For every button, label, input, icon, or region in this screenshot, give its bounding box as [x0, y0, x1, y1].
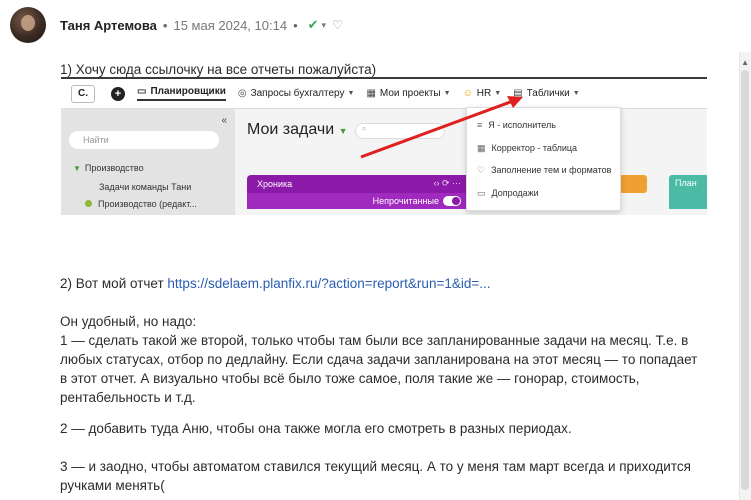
- red-arrow-annotation: [360, 96, 523, 159]
- separator-dot: •: [293, 17, 298, 33]
- message-line: 3 — и заодно, чтобы автоматом ставился т…: [60, 459, 691, 474]
- embedded-screenshot: С. + ▭ Планировщики ◎ Запросы бухгалтеру…: [61, 77, 707, 215]
- message-line: рентабельность и т.д.: [60, 390, 196, 405]
- arrow-shaft: [360, 99, 514, 159]
- message-line: ручками менять(: [60, 478, 165, 493]
- post-timestamp[interactable]: 15 мая 2024, 10:14: [173, 18, 287, 33]
- message-line: 2) Вот мой отчет https://sdelaem.planfix…: [60, 274, 740, 293]
- message-line: Он удобный, но надо:: [60, 314, 197, 329]
- report-label: 2) Вот мой отчет: [60, 276, 168, 291]
- message-line: 2 — добавить туда Аню, чтобы она также м…: [60, 421, 572, 436]
- check-icon: ✔: [307, 17, 319, 32]
- heart-icon[interactable]: ♡: [332, 18, 343, 32]
- message-line: любых статусах, отбор по дедлайну. Если …: [60, 352, 698, 367]
- separator-dot: •: [162, 17, 168, 33]
- scroll-up-icon[interactable]: ▲: [741, 58, 749, 67]
- chevron-down-icon[interactable]: ▾: [322, 20, 327, 31]
- post-header: Таня Артемова • 15 мая 2024, 10:14 • ✔ ▾…: [10, 7, 343, 43]
- message-line: 1 — сделать такой же второй, только чтоб…: [60, 333, 689, 348]
- scrollbar-thumb[interactable]: [741, 70, 749, 490]
- report-link[interactable]: https://sdelaem.planfix.ru/?action=repor…: [167, 276, 490, 291]
- message-line: в этот отчет. А визуально чтобы всё было…: [60, 371, 640, 386]
- author-name[interactable]: Таня Артемова: [60, 18, 157, 33]
- avatar[interactable]: [10, 7, 46, 43]
